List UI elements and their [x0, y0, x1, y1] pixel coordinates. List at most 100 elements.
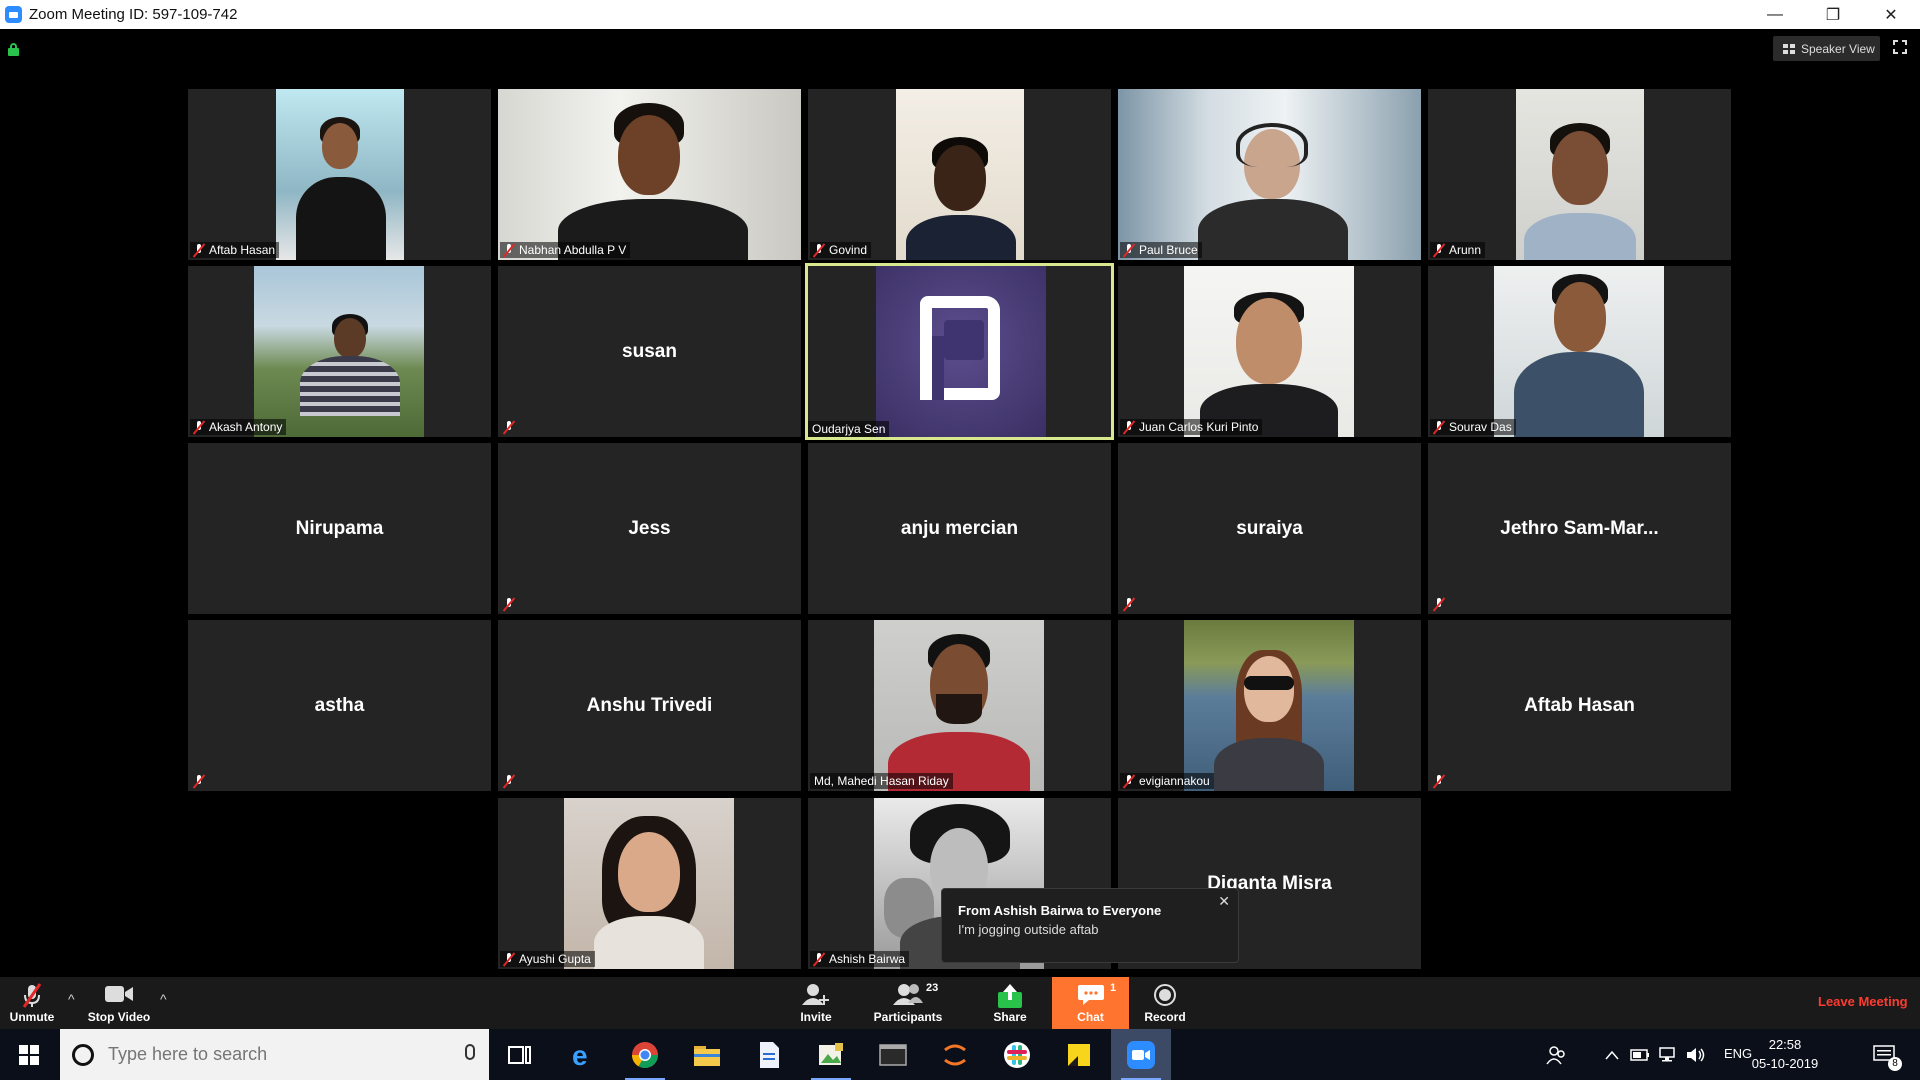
- microphone-icon[interactable]: [465, 1044, 475, 1060]
- participant-video: [1494, 266, 1664, 437]
- record-button[interactable]: Record: [1140, 977, 1190, 1029]
- participant-name: suraiya: [1236, 517, 1303, 539]
- chat-bubble-icon: [1077, 985, 1104, 1005]
- participant-label: Arunn: [1430, 242, 1486, 258]
- participants-icon: [893, 984, 923, 1005]
- start-button[interactable]: [0, 1029, 58, 1080]
- chevron-up-icon[interactable]: [1600, 1029, 1624, 1080]
- restore-button[interactable]: ❐: [1804, 0, 1862, 29]
- participant-video: [1184, 620, 1354, 791]
- participant-avatar-logo: [876, 266, 1046, 437]
- video-tile[interactable]: Sourav Das: [1428, 266, 1731, 437]
- stop-video-button[interactable]: Stop Video: [84, 977, 154, 1029]
- muted-mic-icon: [812, 952, 826, 967]
- speaker-view-label: Speaker View: [1801, 41, 1875, 56]
- participant-video: [1516, 89, 1644, 260]
- muted-mic-icon: [1432, 420, 1446, 435]
- participant-video: [254, 266, 424, 437]
- active-speaker-tile[interactable]: Oudarjya Sen: [805, 263, 1114, 440]
- video-tile[interactable]: Anshu Trivedi: [498, 620, 801, 791]
- document-app-icon[interactable]: [739, 1029, 799, 1080]
- participant-label: [500, 773, 523, 789]
- chat-button[interactable]: 1 Chat: [1052, 977, 1129, 1029]
- muted-mic-icon: [1122, 420, 1136, 435]
- close-window-button[interactable]: ✕: [1862, 0, 1920, 29]
- video-tile[interactable]: Jethro Sam-Mar...: [1428, 443, 1731, 614]
- video-tile[interactable]: Juan Carlos Kuri Pinto: [1118, 266, 1421, 437]
- chrome-icon[interactable]: [615, 1029, 675, 1080]
- unmute-button[interactable]: Unmute: [6, 977, 58, 1029]
- video-tile[interactable]: evigiannakou: [1118, 620, 1421, 791]
- image-editor-icon[interactable]: [801, 1029, 861, 1080]
- volume-icon[interactable]: [1684, 1029, 1708, 1080]
- video-tile[interactable]: anju mercian: [808, 443, 1111, 614]
- share-button[interactable]: Share: [985, 977, 1035, 1029]
- participant-label: [500, 596, 523, 612]
- terminal-icon[interactable]: [863, 1029, 923, 1080]
- participant-video: [874, 620, 1044, 791]
- participant-video: [1184, 266, 1354, 437]
- record-icon: [1154, 984, 1176, 1006]
- fullscreen-icon[interactable]: [1893, 40, 1907, 54]
- video-tile[interactable]: Arunn: [1428, 89, 1731, 260]
- participant-label: [1430, 773, 1453, 789]
- video-tile[interactable]: Aftab Hasan: [1428, 620, 1731, 791]
- video-tile[interactable]: Md, Mahedi Hasan Riday: [808, 620, 1111, 791]
- notification-center-icon[interactable]: 8: [1864, 1029, 1904, 1080]
- task-view-icon[interactable]: [490, 1029, 550, 1080]
- notification-count-badge: 8: [1888, 1057, 1902, 1071]
- video-tile[interactable]: Nabhan Abdulla P V: [498, 89, 801, 260]
- video-tile[interactable]: Jess: [498, 443, 801, 614]
- video-tile[interactable]: Nirupama: [188, 443, 491, 614]
- file-explorer-icon[interactable]: [677, 1029, 737, 1080]
- people-icon[interactable]: [1536, 1029, 1576, 1080]
- video-options-caret[interactable]: ^: [160, 991, 167, 1007]
- participant-label: Govind: [810, 242, 872, 258]
- video-tile[interactable]: Paul Bruce: [1118, 89, 1421, 260]
- video-tile[interactable]: Govind: [808, 89, 1111, 260]
- sticky-notes-icon[interactable]: [1049, 1029, 1109, 1080]
- participant-label: Md, Mahedi Hasan Riday: [810, 773, 953, 789]
- participant-label: Aftab Hasan: [190, 242, 280, 258]
- window-controls: — ❐ ✕: [1746, 0, 1920, 29]
- video-tile[interactable]: Aftab Hasan: [188, 89, 491, 260]
- participant-name: anju mercian: [900, 517, 1019, 539]
- edge-browser-icon[interactable]: e: [553, 1029, 613, 1080]
- video-tile[interactable]: astha: [188, 620, 491, 791]
- muted-mic-icon: [1122, 243, 1136, 258]
- chat-notification[interactable]: From Ashish Bairwa to Everyone I'm joggi…: [941, 888, 1239, 963]
- video-tile[interactable]: Akash Antony: [188, 266, 491, 437]
- search-input[interactable]: [108, 1044, 428, 1065]
- slack-icon[interactable]: [987, 1029, 1047, 1080]
- minimize-button[interactable]: —: [1746, 0, 1804, 29]
- speaker-view-button[interactable]: Speaker View: [1773, 36, 1880, 61]
- participant-name: Aftab Hasan: [1524, 694, 1635, 716]
- participant-label: [1120, 596, 1143, 612]
- video-tile[interactable]: susan: [498, 266, 801, 437]
- leave-meeting-button[interactable]: Leave Meeting: [1818, 994, 1908, 1009]
- taskbar-search[interactable]: [60, 1029, 489, 1080]
- cortana-icon: [72, 1043, 94, 1066]
- participant-name: Jess: [628, 517, 671, 539]
- battery-icon[interactable]: [1628, 1029, 1652, 1080]
- zoom-taskbar-icon[interactable]: [1111, 1029, 1171, 1080]
- invite-button[interactable]: Invite: [790, 977, 842, 1029]
- participant-name: Nirupama: [295, 517, 384, 539]
- taskbar-clock[interactable]: 22:58 05-10-2019: [1745, 1035, 1825, 1073]
- participant-name: Anshu Trivedi: [586, 694, 713, 716]
- participant-label: Ashish Bairwa: [810, 951, 910, 967]
- jupyter-icon[interactable]: [925, 1029, 985, 1080]
- video-tile[interactable]: suraiya: [1118, 443, 1421, 614]
- close-icon[interactable]: ✕: [1218, 893, 1230, 910]
- participant-label: evigiannakou: [1120, 773, 1214, 789]
- network-icon[interactable]: [1656, 1029, 1680, 1080]
- audio-options-caret[interactable]: ^: [68, 991, 75, 1007]
- video-tile[interactable]: Ayushi Gupta: [498, 798, 801, 969]
- encryption-lock-icon[interactable]: [8, 43, 19, 56]
- participants-button[interactable]: 23 Participants: [874, 977, 943, 1029]
- meeting-toolbar: Unmute ^ Stop Video ^ Invite 23 Particip…: [0, 977, 1920, 1029]
- muted-mic-icon: [1122, 774, 1136, 789]
- muted-mic-icon: [812, 243, 826, 258]
- participant-name: Jethro Sam-Mar...: [1500, 517, 1659, 539]
- muted-mic-icon: [502, 420, 516, 435]
